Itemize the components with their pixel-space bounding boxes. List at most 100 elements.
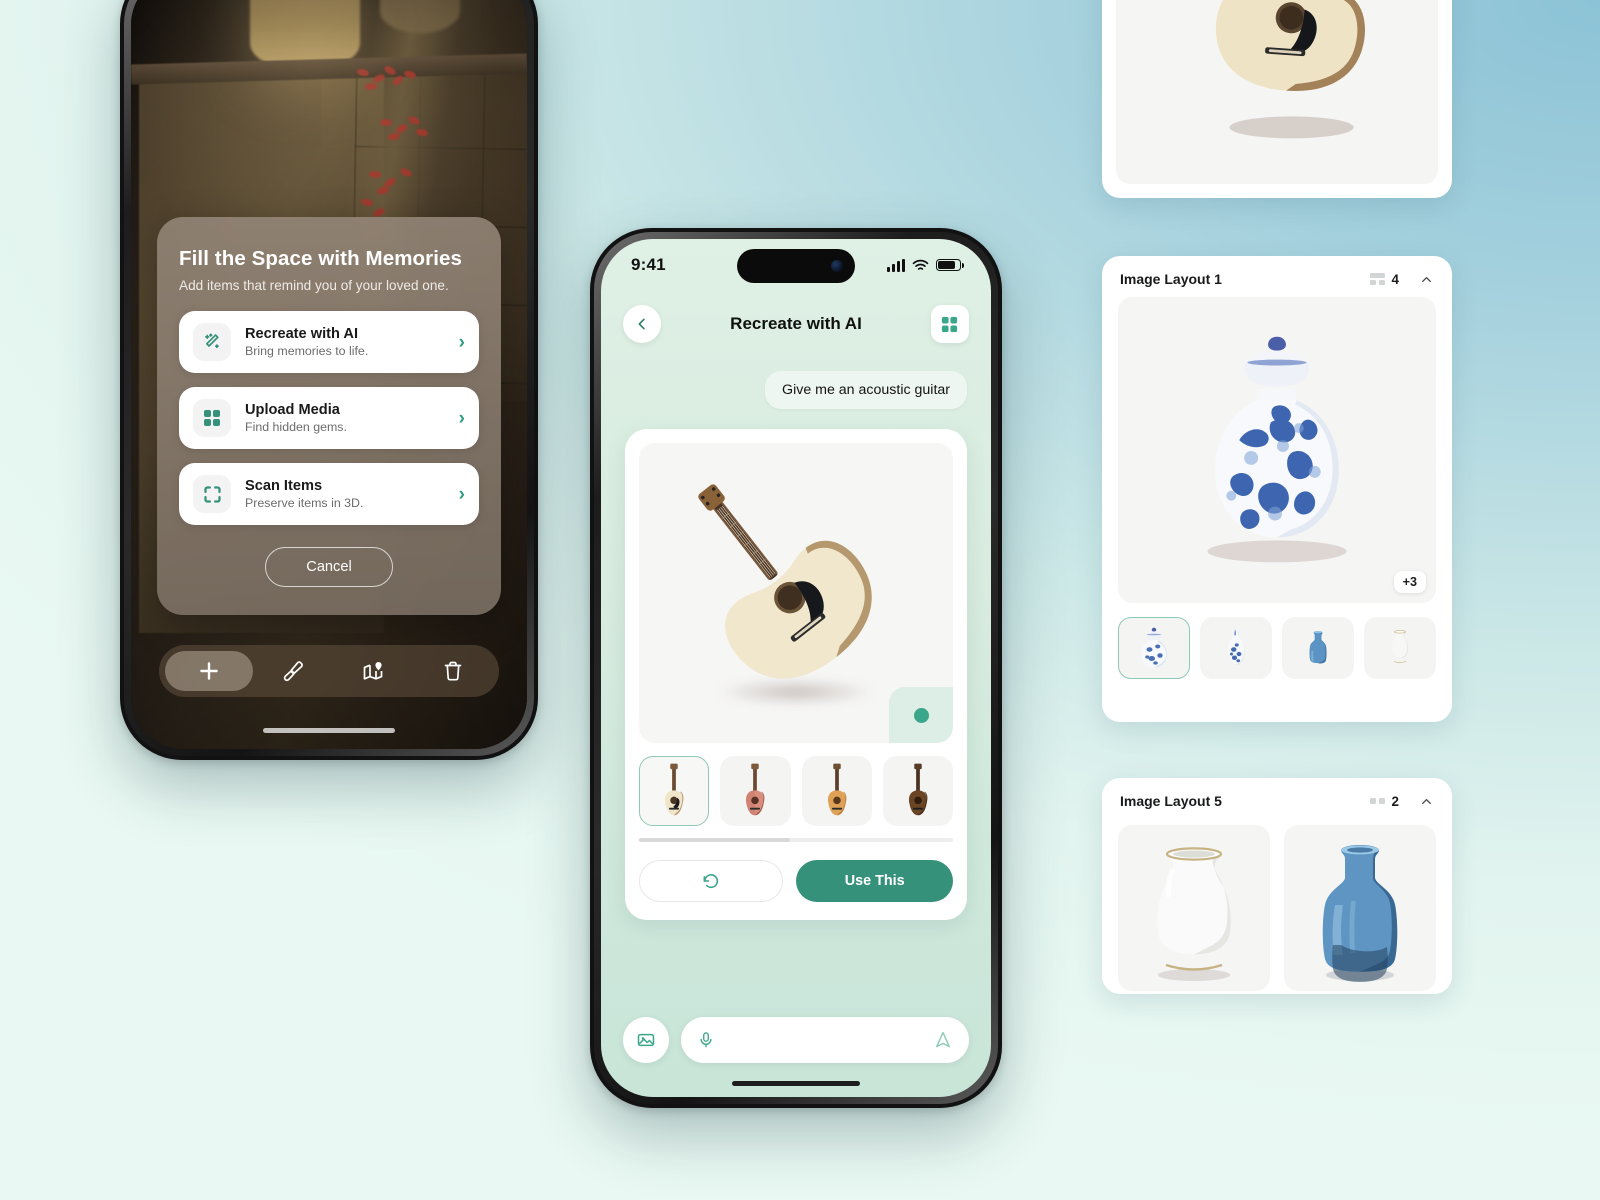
- send-paperplane-icon[interactable]: [933, 1030, 953, 1050]
- undo-button[interactable]: [639, 860, 784, 902]
- brush-button[interactable]: [253, 659, 333, 683]
- image-layout-1-card: Image Layout 1 4 +3: [1102, 256, 1452, 722]
- image-count: 4: [1370, 272, 1399, 287]
- battery-icon: [936, 258, 964, 272]
- card-title: Image Layout 5: [1120, 793, 1222, 809]
- status-indicators: [887, 258, 964, 272]
- grid-squares-icon: [193, 399, 231, 437]
- sheet-title: Fill the Space with Memories: [179, 247, 463, 270]
- memories-action-sheet: Fill the Space with Memories Add items t…: [157, 217, 501, 615]
- variant-thumbnail-2[interactable]: [720, 756, 791, 826]
- wifi-icon: [912, 259, 929, 272]
- card-header-right: 4: [1370, 272, 1434, 287]
- map-button[interactable]: [333, 659, 413, 683]
- white-vase-cell[interactable]: [1118, 825, 1270, 991]
- variant-thumbnail-1[interactable]: [639, 756, 710, 826]
- image-icon: [636, 1030, 656, 1050]
- grid-squares-icon: [940, 315, 959, 334]
- option-scan-items[interactable]: Scan Items Preserve items in 3D. ›: [179, 463, 479, 525]
- blue-vase-cell[interactable]: [1284, 825, 1436, 991]
- cellular-bars-icon: [887, 258, 905, 272]
- variant-thumbnail-3[interactable]: [801, 756, 872, 826]
- status-dot-badge[interactable]: [889, 687, 953, 743]
- vase-thumbnail-4[interactable]: [1364, 617, 1436, 679]
- ginger-jar-thumb-icon: [1141, 627, 1167, 668]
- microphone-icon[interactable]: [697, 1031, 715, 1049]
- option-recreate-with-ai[interactable]: Recreate with AI Bring memories to life.…: [179, 311, 479, 373]
- vase-thumbnail-3[interactable]: [1282, 617, 1354, 679]
- guitar-preview[interactable]: [639, 443, 953, 743]
- attach-image-button[interactable]: [623, 1017, 669, 1063]
- option-subtitle: Preserve items in 3D.: [245, 496, 364, 510]
- option-title: Scan Items: [245, 478, 323, 494]
- option-subtitle: Bring memories to life.: [245, 344, 369, 358]
- ginger-jar-preview[interactable]: +3: [1118, 297, 1436, 603]
- option-text: Recreate with AI Bring memories to life.: [245, 326, 445, 358]
- generation-card: Use This: [625, 429, 967, 920]
- message-input[interactable]: [725, 1032, 923, 1048]
- chevron-up-icon: [1422, 798, 1431, 804]
- card-header: Image Layout 1 4: [1102, 256, 1452, 297]
- map-pin-icon: [361, 659, 385, 683]
- guitar-thumb-icon: [665, 763, 684, 816]
- acoustic-guitar-illustration: [1215, 0, 1365, 139]
- phone-center-screen: 9:41 Recreate with AI Give me an acousti…: [601, 239, 991, 1097]
- vase-thumbnail-1[interactable]: [1118, 617, 1190, 679]
- chevron-right-icon: ›: [458, 483, 465, 505]
- phone-center: 9:41 Recreate with AI Give me an acousti…: [590, 228, 1002, 1108]
- chevron-right-icon: ›: [458, 407, 465, 429]
- option-title: Upload Media: [245, 402, 340, 418]
- front-camera-icon: [831, 260, 843, 272]
- overflow-count-badge: +3: [1393, 571, 1426, 593]
- option-subtitle: Find hidden gems.: [245, 420, 347, 434]
- home-indicator: [732, 1081, 860, 1086]
- grid-view-button[interactable]: [930, 305, 969, 343]
- count-value: 2: [1391, 793, 1399, 809]
- cancel-button[interactable]: Cancel: [265, 547, 393, 587]
- phone-left: Fill the Space with Memories Add items t…: [120, 0, 538, 760]
- collapse-button[interactable]: [1419, 272, 1434, 287]
- page-title: Recreate with AI: [730, 314, 862, 333]
- phone-left-screen: Fill the Space with Memories Add items t…: [131, 0, 527, 749]
- paintbrush-icon: [281, 659, 305, 683]
- scan-frame-icon: [193, 475, 231, 513]
- chevron-up-icon: [1422, 276, 1431, 282]
- white-vase-thumb-icon: [1392, 630, 1408, 663]
- chat-thread: Give me an acoustic guitar: [601, 349, 991, 409]
- chevron-left-icon: [634, 316, 650, 332]
- layout-dots-icon: [1369, 798, 1385, 804]
- selected-dot-icon: [913, 707, 929, 723]
- guitar-thumb-icon: [827, 763, 847, 816]
- sheet-option-list: Recreate with AI Bring memories to life.…: [179, 311, 479, 525]
- guitar-preview-top: [1116, 0, 1438, 184]
- blue-white-ginger-jar-illustration: [1207, 336, 1347, 563]
- plus-icon: [196, 658, 222, 684]
- sheet-subtitle: Add items that remind you of your loved …: [179, 278, 449, 293]
- guitar-thumb-icon: [908, 763, 928, 816]
- option-upload-media[interactable]: Upload Media Find hidden gems. ›: [179, 387, 479, 449]
- use-this-button[interactable]: Use This: [796, 860, 953, 902]
- image-count: 2: [1369, 793, 1399, 809]
- screenshot-canvas: Fill the Space with Memories Add items t…: [0, 0, 1600, 1200]
- vase-thumbnail-2[interactable]: [1200, 617, 1272, 679]
- image-layout-5-card: Image Layout 5 2: [1102, 778, 1452, 994]
- collapse-button[interactable]: [1419, 794, 1434, 809]
- count-value: 4: [1391, 271, 1399, 287]
- thumbnail-scrollbar[interactable]: [639, 838, 953, 842]
- trash-icon: [441, 659, 465, 683]
- chevron-right-icon: ›: [458, 331, 465, 353]
- variant-thumbnail-4[interactable]: [882, 756, 953, 826]
- nav-bar: Recreate with AI: [601, 291, 991, 349]
- add-button[interactable]: [165, 651, 253, 691]
- blue-glass-vase-illustration: [1322, 845, 1398, 982]
- status-time: 9:41: [631, 255, 666, 274]
- option-text: Upload Media Find hidden gems.: [245, 402, 445, 434]
- back-button[interactable]: [623, 305, 661, 343]
- option-title: Recreate with AI: [245, 326, 359, 342]
- bottom-toolbar: [159, 645, 499, 697]
- message-input-field[interactable]: [681, 1017, 969, 1063]
- delete-button[interactable]: [413, 659, 493, 683]
- variant-thumbnail-list: [1102, 603, 1452, 695]
- image-card-top[interactable]: [1102, 0, 1452, 198]
- card-header: Image Layout 5 2: [1102, 778, 1452, 819]
